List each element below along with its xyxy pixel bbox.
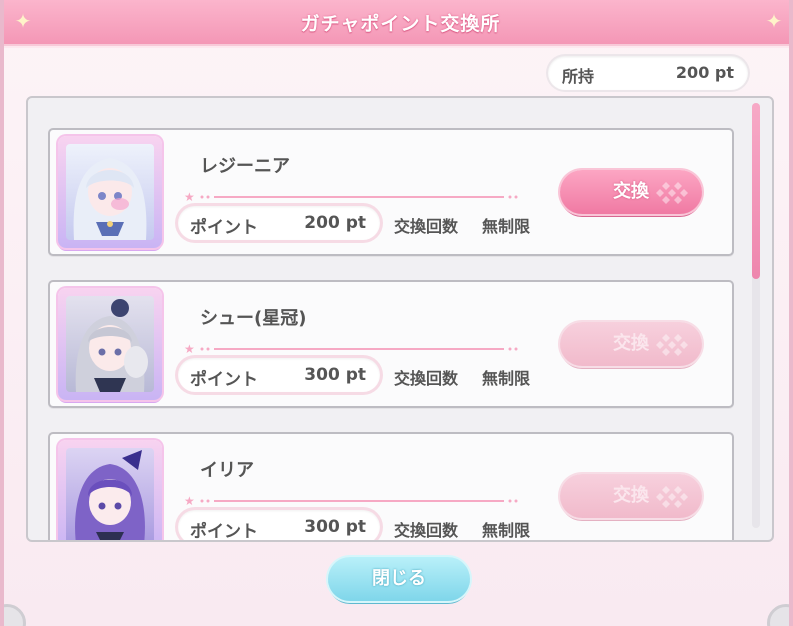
diamond-pattern-icon (656, 182, 688, 204)
item-name: レジーニア (200, 156, 290, 177)
limit-value: 無制限 (482, 217, 531, 236)
title-bar: ✦ ガチャポイント交換所 ✦ (4, 0, 789, 44)
character-portrait-icon (66, 144, 154, 240)
owned-points-value: 200 pt (675, 63, 734, 82)
divider: ★ (184, 495, 524, 507)
limit-label: 交換回数 (394, 521, 459, 540)
divider: ★ (184, 343, 524, 355)
page-title: ガチャポイント交換所 (300, 13, 501, 35)
svg-text:★: ★ (184, 343, 195, 355)
exchange-item-card: レジーニア ★ ポイント 200 pt 交換回数 無制限 交換 (48, 128, 734, 256)
limit-value: 無制限 (482, 521, 531, 540)
cost-value: 200 pt (304, 213, 366, 233)
limit-value: 無制限 (482, 369, 531, 388)
owned-points-display: 所持 200 pt (548, 56, 748, 90)
item-name: イリア (200, 460, 254, 481)
scrollbar[interactable] (752, 103, 760, 528)
exchange-button[interactable]: 交換 (560, 322, 702, 366)
cost-display: ポイント 200 pt (178, 206, 380, 240)
scrollbar-thumb[interactable] (752, 103, 760, 279)
exchange-button-label: 交換 (613, 181, 649, 202)
character-portrait-icon (66, 296, 154, 392)
svg-text:★: ★ (184, 495, 195, 507)
exchange-window: ✦ ガチャポイント交換所 ✦ 所持 200 pt レジーニア ★ ポイント 20… (0, 0, 793, 626)
close-button-label: 閉じる (372, 568, 426, 589)
character-portrait (58, 440, 162, 540)
character-portrait (58, 288, 162, 400)
exchange-button[interactable]: 交換 (560, 170, 702, 214)
divider: ★ (184, 191, 524, 203)
exchange-item-card: イリア ★ ポイント 300 pt 交換回数 無制限 交換 (48, 432, 734, 542)
exchange-item-card: シュー(星冠) ★ ポイント 300 pt 交換回数 無制限 交換 (48, 280, 734, 408)
close-button[interactable]: 閉じる (328, 557, 470, 601)
exchange-button[interactable]: 交換 (560, 474, 702, 518)
exchange-button-label: 交換 (613, 333, 649, 354)
sparkle-icon: ✦ (765, 9, 783, 33)
cost-display: ポイント 300 pt (178, 510, 380, 542)
cost-label: ポイント (190, 370, 258, 390)
limit-label: 交換回数 (394, 217, 459, 236)
svg-text:★: ★ (184, 191, 195, 203)
diamond-pattern-icon (656, 334, 688, 356)
cost-label: ポイント (190, 522, 258, 542)
corner-ornament (4, 604, 26, 626)
exchange-list[interactable]: レジーニア ★ ポイント 200 pt 交換回数 無制限 交換 シュー(星冠) … (26, 96, 774, 542)
exchange-button-label: 交換 (613, 485, 649, 506)
diamond-pattern-icon (656, 486, 688, 508)
character-portrait (58, 136, 162, 248)
limit-label: 交換回数 (394, 369, 459, 388)
cost-value: 300 pt (304, 365, 366, 385)
character-portrait-icon (66, 448, 154, 540)
cost-value: 300 pt (304, 517, 366, 537)
owned-points-label: 所持 (562, 67, 595, 86)
corner-ornament (767, 604, 789, 626)
item-name: シュー(星冠) (200, 308, 307, 329)
cost-label: ポイント (190, 218, 258, 238)
cost-display: ポイント 300 pt (178, 358, 380, 392)
